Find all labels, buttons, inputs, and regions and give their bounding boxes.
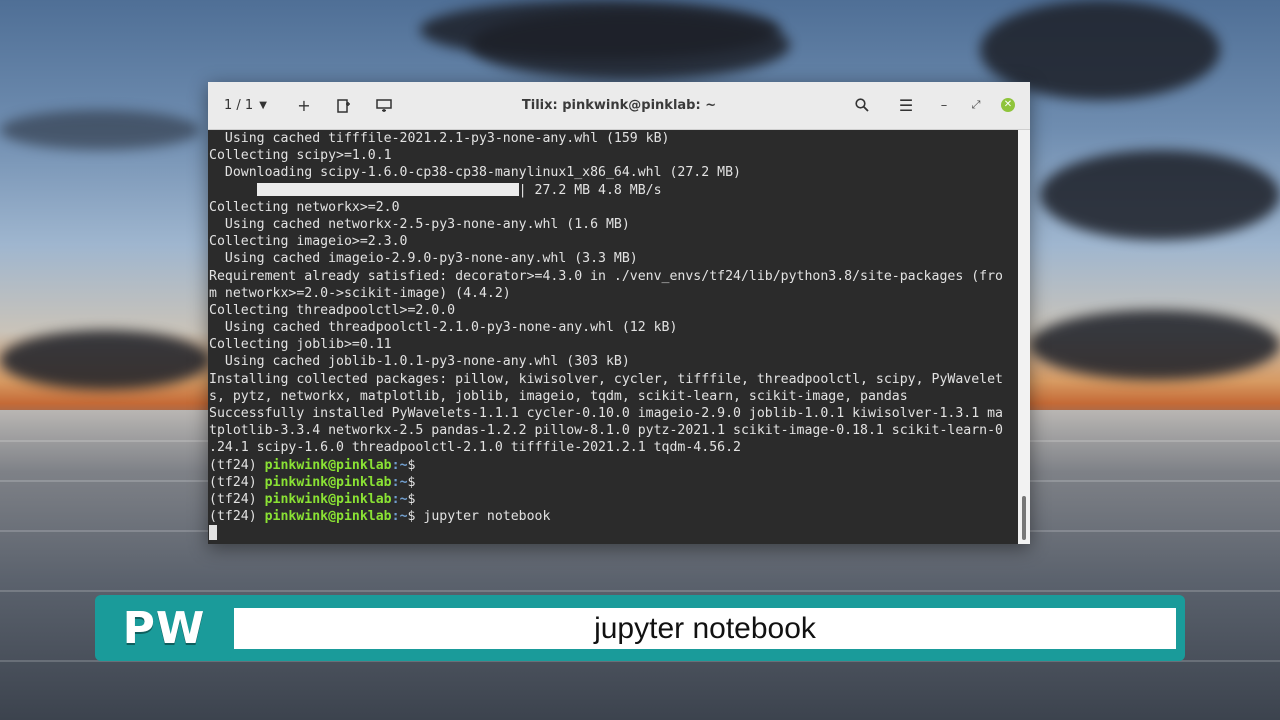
output-line: Requirement already satisfied: decorator… [209, 268, 1003, 284]
hamburger-icon: ☰ [898, 95, 914, 115]
output-line: Collecting networkx>=2.0 [209, 199, 400, 215]
scrollbar-thumb[interactable] [1022, 496, 1026, 540]
output-line: Downloading scipy-1.6.0-cp38-cp38-manyli… [209, 165, 741, 181]
minimize-button[interactable]: – [928, 90, 960, 120]
split-right-icon [337, 98, 350, 113]
prompt-path: :~ [391, 457, 408, 473]
output-line: .24.1 scipy-1.6.0 threadpoolctl-2.1.0 ti… [209, 440, 741, 456]
prompt-line: (tf24) pinkwink@pinklab:~$ [208, 491, 1018, 508]
progress-text: | 27.2 MB 4.8 MB/s [518, 182, 662, 198]
prompt-symbol: $ [407, 457, 424, 473]
terminal-scrollbar[interactable] [1018, 130, 1030, 544]
prompt-env: (tf24) [209, 491, 265, 507]
output-line: Using cached imageio-2.9.0-py3-none-any.… [209, 251, 638, 267]
find-button[interactable] [840, 90, 884, 120]
titlebar: 1 / 1 ▼ + Tilix: pinkwink@pinklab: ~ ☰ –… [208, 82, 1030, 130]
minimize-icon: – [940, 97, 948, 113]
cursor-line [208, 525, 1018, 542]
caption-text: jupyter notebook [234, 608, 1176, 649]
prompt-line: (tf24) pinkwink@pinklab:~$ jupyter noteb… [208, 508, 1018, 525]
output-line: Using cached tifffile-2021.2.1-py3-none-… [209, 131, 670, 146]
prompt-user: pinkwink@pinklab [264, 509, 392, 525]
output-line: m networkx>=2.0->scikit-image) (4.4.2) [209, 285, 511, 301]
output-line: tplotlib-3.3.4 networkx-2.5 pandas-1.2.2… [209, 423, 1003, 439]
output-line: Installing collected packages: pillow, k… [209, 371, 1003, 387]
output-line: s, pytz, networkx, matplotlib, joblib, i… [209, 388, 908, 404]
output-line: Using cached networkx-2.5-py3-none-any.w… [209, 216, 630, 232]
command-text: jupyter notebook [423, 509, 551, 525]
add-terminal-down-button[interactable] [364, 91, 404, 121]
output-line: Collecting threadpoolctl>=2.0.0 [209, 302, 456, 318]
prompt-env: (tf24) [209, 474, 265, 490]
session-switcher[interactable]: 1 / 1 ▼ [224, 98, 284, 113]
prompt-path: :~ [391, 491, 408, 507]
menu-button[interactable]: ☰ [884, 90, 928, 120]
close-icon: ✕ [1001, 98, 1015, 112]
output-line: Using cached threadpoolctl-2.1.0-py3-non… [209, 320, 678, 336]
output-line: Collecting joblib>=0.11 [209, 337, 392, 353]
plus-icon: + [297, 96, 311, 115]
add-terminal-button[interactable]: + [284, 91, 324, 121]
download-progress-bar [256, 182, 519, 196]
prompt-user: pinkwink@pinklab [264, 474, 392, 490]
prompt-symbol: $ [407, 491, 424, 507]
output-line: Using cached joblib-1.0.1-py3-none-any.w… [209, 354, 630, 370]
progress-line: | 27.2 MB 4.8 MB/s [208, 182, 1018, 199]
split-down-icon [376, 98, 392, 112]
maximize-icon: ⤢ [971, 98, 981, 111]
prompt-symbol: $ [407, 474, 424, 490]
prompt-env: (tf24) [209, 457, 265, 473]
terminal-window: 1 / 1 ▼ + Tilix: pinkwink@pinklab: ~ ☰ –… [208, 82, 1030, 544]
output-line: Collecting scipy>=1.0.1 [209, 148, 392, 164]
channel-logo: PW [95, 595, 233, 661]
terminal-output[interactable]: Using cached tifffile-2021.2.1-py3-none-… [208, 130, 1018, 544]
text-cursor [209, 525, 217, 541]
prompt-path: :~ [391, 509, 408, 525]
close-button[interactable]: ✕ [992, 90, 1024, 120]
prompt-env: (tf24) [209, 509, 265, 525]
prompt-path: :~ [391, 474, 408, 490]
prompt-line: (tf24) pinkwink@pinklab:~$ [208, 474, 1018, 491]
prompt-line: (tf24) pinkwink@pinklab:~$ [208, 457, 1018, 474]
prompt-user: pinkwink@pinklab [264, 457, 392, 473]
prompt-symbol: $ [407, 509, 424, 525]
output-line: Successfully installed PyWavelets-1.1.1 … [209, 406, 1003, 421]
prompt-user: pinkwink@pinklab [264, 491, 392, 507]
search-icon [855, 98, 869, 112]
add-terminal-right-button[interactable] [324, 91, 364, 121]
output-line: Collecting imageio>=2.3.0 [209, 234, 408, 250]
chevron-down-icon: ▼ [259, 100, 267, 111]
maximize-button[interactable]: ⤢ [960, 90, 992, 120]
session-counter: 1 / 1 [224, 98, 254, 113]
